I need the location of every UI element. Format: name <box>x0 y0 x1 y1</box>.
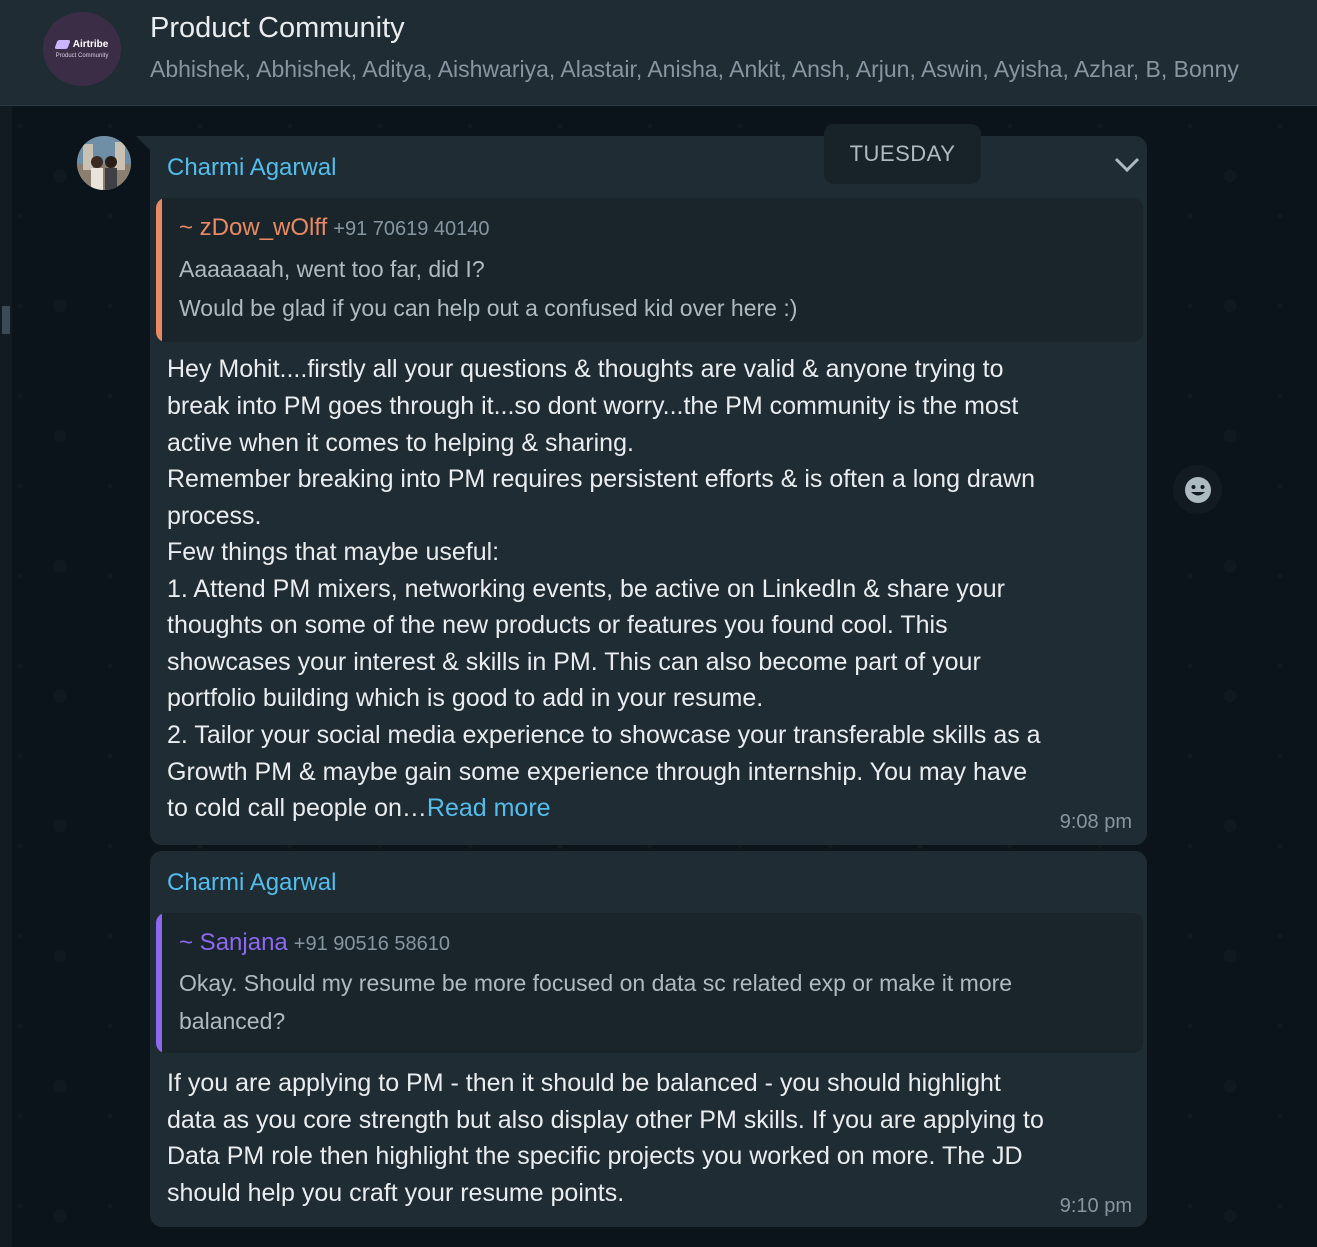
message-line: thoughts on some of the new products or … <box>167 611 948 639</box>
day-separator: TUESDAY <box>824 124 981 184</box>
quote-bar <box>156 198 162 342</box>
message-line: process. <box>167 502 262 530</box>
message-line: active when it comes to helping & sharin… <box>167 429 634 457</box>
member-list: Abhishek, Abhishek, Aditya, Aishwariya, … <box>150 56 1239 82</box>
message-time: 9:08 pm <box>1059 811 1132 833</box>
brand-glyph <box>54 40 71 49</box>
sender-name[interactable]: Charmi Agarwal <box>167 154 336 182</box>
group-avatar[interactable]: Airtribe Product Community <box>43 12 121 86</box>
message-line: 2. Tailor your social media experience t… <box>167 721 1041 749</box>
quoted-message[interactable]: ~ Sanjana +91 90516 58610 Okay. Should my… <box>156 913 1143 1053</box>
brand-subtitle: Product Community <box>55 53 109 59</box>
message-line: portfolio building which is good to add … <box>167 684 764 712</box>
group-title[interactable]: Product Community <box>150 12 405 45</box>
quote-author-name: ~ Sanjana <box>179 929 288 956</box>
sidebar-edge <box>0 106 12 1247</box>
message-line: 1. Attend PM mixers, networking events, … <box>167 575 1005 603</box>
quote-line: Would be glad if you can help out a conf… <box>179 295 798 321</box>
read-more-link[interactable]: Read more <box>427 794 551 822</box>
message-line: Data PM role then highlight the specific… <box>167 1142 1023 1170</box>
message-line-last: to cold call people on…Read more <box>167 794 551 823</box>
quote-phone: +91 90516 58610 <box>293 933 451 955</box>
message-bubble[interactable]: Charmi Agarwal ~ Sanjana +91 90516 58610 … <box>150 851 1147 1227</box>
message-line: Remember breaking into PM requires persi… <box>167 465 1036 493</box>
message-line: showcases your interest & skills in PM. … <box>167 648 981 676</box>
quote-phone: +91 70619 40140 <box>333 218 490 240</box>
message-line: If you are applying to PM - then it shou… <box>167 1069 1001 1097</box>
message-line: should help you craft your resume points… <box>167 1179 625 1207</box>
quote-author-name: ~ zDow_wOlff <box>179 214 328 241</box>
airtribe-logo-icon: Airtribe <box>54 39 109 50</box>
message-line: Hey Mohit....firstly all your questions … <box>167 355 1004 383</box>
quote-author: ~ zDow_wOlff +91 70619 40140 <box>179 214 490 242</box>
message-line: Growth PM & maybe gain some experience t… <box>167 758 1028 786</box>
chevron-down-icon[interactable] <box>1112 154 1142 174</box>
sender-name[interactable]: Charmi Agarwal <box>167 869 336 897</box>
quote-bar <box>156 913 162 1053</box>
message-line: break into PM goes through it...so dont … <box>167 392 1019 420</box>
quoted-message[interactable]: ~ zDow_wOlff +91 70619 40140 Aaaaaaah, we… <box>156 198 1143 342</box>
message-bubble[interactable]: Charmi Agarwal ~ zDow_wOlff +91 70619 401… <box>150 136 1147 845</box>
message-line: Few things that maybe useful: <box>167 538 500 566</box>
quote-author: ~ Sanjana +91 90516 58610 <box>179 929 450 957</box>
quote-line: Aaaaaaah, went too far, did I? <box>179 256 485 282</box>
emoji-react-icon[interactable] <box>1173 465 1222 514</box>
message-time: 9:10 pm <box>1059 1195 1132 1217</box>
quote-text: Okay. Should my resume be more focused o… <box>179 970 1013 1034</box>
brand-name: Airtribe <box>72 39 109 50</box>
message-line-text: to cold call people on… <box>167 794 427 822</box>
chat-header[interactable]: Airtribe Product Community Product Commu… <box>0 0 1317 106</box>
user-avatar-icon[interactable] <box>77 136 131 190</box>
message-line: data as you core strength but also displ… <box>167 1106 1044 1134</box>
scroll-marker <box>2 306 10 334</box>
